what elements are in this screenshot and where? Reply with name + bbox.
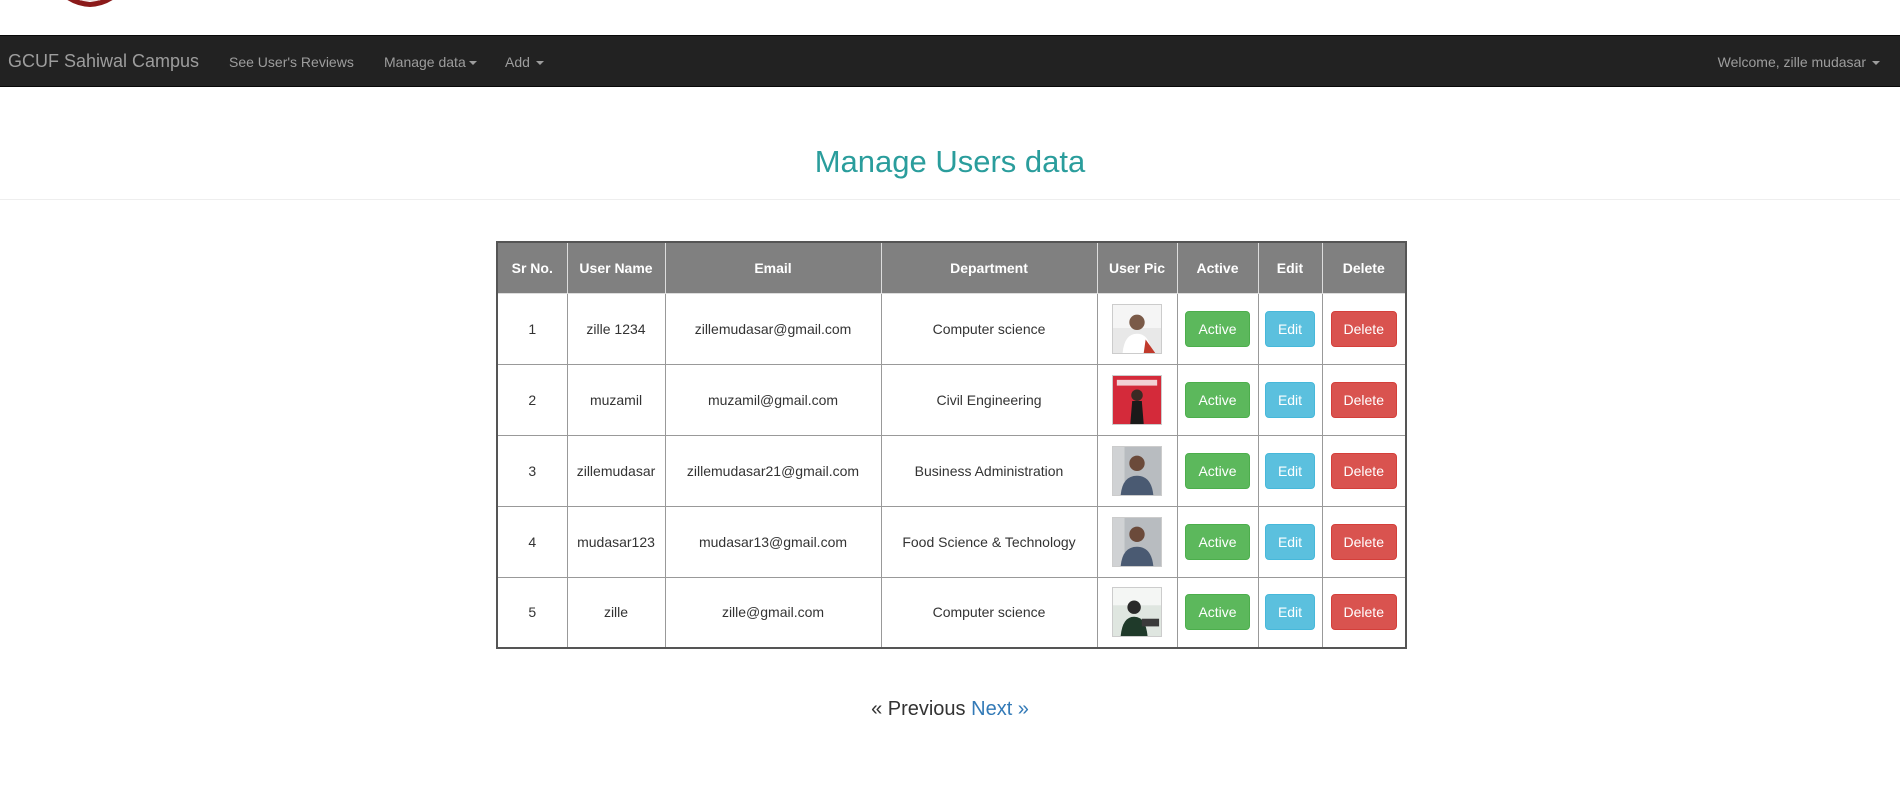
- page-title: Manage Users data: [814, 144, 1086, 179]
- previous-link[interactable]: « Previous: [871, 698, 966, 720]
- users-table: Sr No. User Name Email Department User P…: [496, 241, 1407, 649]
- cell-user-pic: [1096, 434, 1178, 507]
- cell-user-pic: [1096, 505, 1178, 578]
- cell-edit: Edit: [1257, 292, 1323, 365]
- nav-item-add[interactable]: Add: [505, 54, 544, 70]
- nav-item-add-label: Add: [505, 54, 530, 70]
- delete-button[interactable]: Delete: [1330, 594, 1397, 631]
- caret-down-icon: [535, 61, 544, 66]
- cell-department: Computer science: [880, 576, 1098, 649]
- cell-delete: Delete: [1321, 363, 1407, 436]
- cell-user-name: zille: [566, 576, 666, 649]
- active-button[interactable]: Active: [1185, 381, 1250, 418]
- top-strip: [0, 0, 1900, 35]
- edit-button[interactable]: Edit: [1264, 381, 1316, 418]
- cell-department: Business Administration: [880, 434, 1098, 507]
- table-header-row: Sr No. User Name Email Department User P…: [496, 241, 1407, 294]
- cell-sr-no: 5: [496, 576, 568, 649]
- user-welcome-label: Welcome, zille mudasar: [1717, 54, 1866, 70]
- cell-email: mudasar13@gmail.com: [664, 505, 882, 578]
- cell-sr-no: 4: [496, 505, 568, 578]
- nav-item-manage-data-label: Manage data: [384, 54, 466, 70]
- cell-active: Active: [1176, 292, 1259, 365]
- cell-user-name: zillemudasar: [566, 434, 666, 507]
- cell-delete: Delete: [1321, 434, 1407, 507]
- cell-edit: Edit: [1257, 505, 1323, 578]
- user-welcome-menu[interactable]: Welcome, zille mudasar: [1718, 54, 1880, 70]
- caret-down-icon: [1872, 61, 1880, 66]
- user-photo: [1112, 303, 1162, 354]
- header-department: Department: [880, 241, 1098, 294]
- table-row: 2 muzamil muzamil@gmail.com Civil Engine…: [496, 363, 1407, 436]
- navbar-brand[interactable]: GCUF Sahiwal Campus: [8, 51, 199, 72]
- cell-department: Computer science: [880, 292, 1098, 365]
- user-photo: [1112, 374, 1162, 425]
- cell-active: Active: [1176, 505, 1259, 578]
- table-row: 5 zille zille@gmail.com Computer science…: [496, 576, 1407, 649]
- navbar: GCUF Sahiwal Campus See User's Reviews M…: [0, 35, 1900, 87]
- cell-edit: Edit: [1257, 576, 1323, 649]
- delete-button[interactable]: Delete: [1330, 452, 1397, 489]
- header-sr-no: Sr No.: [496, 241, 568, 294]
- cell-user-pic: [1096, 576, 1178, 649]
- edit-button[interactable]: Edit: [1264, 452, 1316, 489]
- table-row: 4 mudasar123 mudasar13@gmail.com Food Sc…: [496, 505, 1407, 578]
- cell-user-name: muzamil: [566, 363, 666, 436]
- nav-item-manage-data[interactable]: Manage data: [384, 54, 477, 70]
- cell-user-name: mudasar123: [566, 505, 666, 578]
- header-user-name: User Name: [566, 241, 666, 294]
- nav-item-reviews-label: See User's Reviews: [229, 54, 354, 70]
- university-logo: [67, 0, 113, 7]
- caret-down-icon: [468, 61, 477, 66]
- user-photo: [1112, 445, 1162, 496]
- next-link[interactable]: Next »: [971, 698, 1029, 720]
- header-user-pic: User Pic: [1096, 241, 1178, 294]
- cell-user-pic: [1096, 363, 1178, 436]
- cell-sr-no: 3: [496, 434, 568, 507]
- cell-department: Food Science & Technology: [880, 505, 1098, 578]
- edit-button[interactable]: Edit: [1264, 310, 1316, 347]
- header-email: Email: [664, 241, 882, 294]
- cell-active: Active: [1176, 576, 1259, 649]
- edit-button[interactable]: Edit: [1264, 523, 1316, 560]
- active-button[interactable]: Active: [1185, 310, 1250, 347]
- cell-email: zille@gmail.com: [664, 576, 882, 649]
- edit-button[interactable]: Edit: [1264, 594, 1316, 631]
- cell-email: zillemudasar@gmail.com: [664, 292, 882, 365]
- header-edit: Edit: [1257, 241, 1323, 294]
- cell-edit: Edit: [1257, 363, 1323, 436]
- active-button[interactable]: Active: [1185, 452, 1250, 489]
- cell-user-pic: [1096, 292, 1178, 365]
- header-active: Active: [1176, 241, 1259, 294]
- pagination: « Previous Next »: [0, 698, 1900, 721]
- cell-email: muzamil@gmail.com: [664, 363, 882, 436]
- title-divider: [0, 199, 1900, 200]
- cell-department: Civil Engineering: [880, 363, 1098, 436]
- table-row: 1 zille 1234 zillemudasar@gmail.com Comp…: [496, 292, 1407, 365]
- cell-edit: Edit: [1257, 434, 1323, 507]
- delete-button[interactable]: Delete: [1330, 310, 1397, 347]
- cell-delete: Delete: [1321, 292, 1407, 365]
- active-button[interactable]: Active: [1185, 523, 1250, 560]
- table-row: 3 zillemudasar zillemudasar21@gmail.com …: [496, 434, 1407, 507]
- user-photo: [1112, 587, 1162, 638]
- cell-delete: Delete: [1321, 576, 1407, 649]
- header-delete: Delete: [1321, 241, 1407, 294]
- delete-button[interactable]: Delete: [1330, 523, 1397, 560]
- cell-user-name: zille 1234: [566, 292, 666, 365]
- cell-sr-no: 1: [496, 292, 568, 365]
- cell-delete: Delete: [1321, 505, 1407, 578]
- active-button[interactable]: Active: [1185, 594, 1250, 631]
- cell-active: Active: [1176, 434, 1259, 507]
- cell-email: zillemudasar21@gmail.com: [664, 434, 882, 507]
- delete-button[interactable]: Delete: [1330, 381, 1397, 418]
- user-photo: [1112, 516, 1162, 567]
- cell-active: Active: [1176, 363, 1259, 436]
- cell-sr-no: 2: [496, 363, 568, 436]
- nav-item-reviews[interactable]: See User's Reviews: [229, 54, 354, 70]
